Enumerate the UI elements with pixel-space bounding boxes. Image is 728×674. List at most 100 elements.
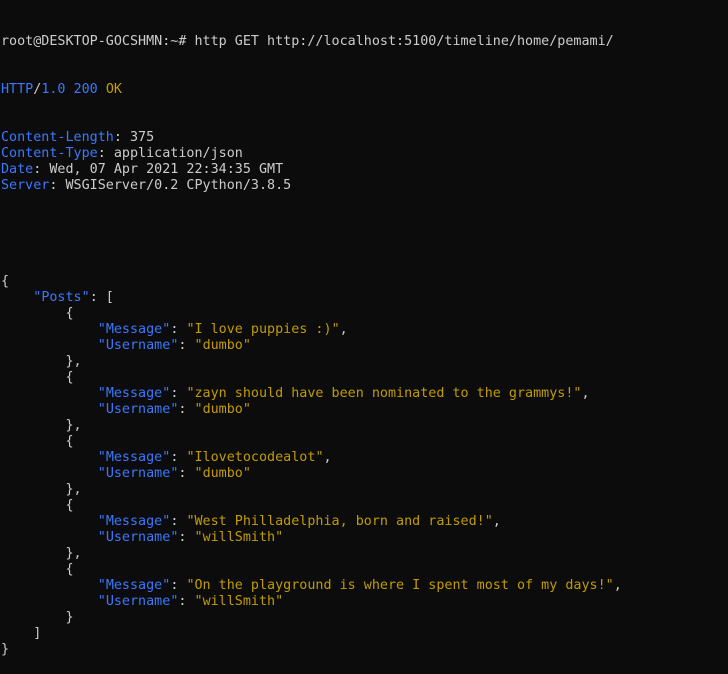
protocol: HTTP <box>1 82 34 97</box>
post-username: willSmith <box>202 530 276 545</box>
json-brace: }, <box>1 546 82 561</box>
json-open: { <box>1 274 728 290</box>
json-username-line: "Username": "willSmith" <box>1 530 728 546</box>
json-username-line: "Username": "dumbo" <box>1 338 728 354</box>
json-str-quote: " <box>275 530 284 545</box>
json-punct: : <box>178 530 195 545</box>
json-key-quote: " <box>170 594 179 609</box>
json-brace: { <box>1 498 74 513</box>
json-punct: : <box>170 386 187 401</box>
json-str-quote: " <box>275 594 284 609</box>
json-message-key: Message <box>105 322 163 337</box>
json-message-key: Message <box>105 514 163 529</box>
json-str-quote: " <box>194 338 203 353</box>
json-username-key: Username <box>105 338 171 353</box>
json-punct: : <box>170 450 187 465</box>
json-brace: { <box>1 370 74 385</box>
json-str-quote: " <box>186 514 195 529</box>
post-message: zayn should have been nominated to the g… <box>194 386 574 401</box>
json-punct: : <box>178 466 195 481</box>
json-key-quote: " <box>97 466 106 481</box>
header-line: Server: WSGIServer/0.2 CPython/3.8.5 <box>1 178 728 194</box>
json-str-quote: " <box>186 578 195 593</box>
json-brace: } <box>1 610 74 625</box>
json-posts-close: ] <box>1 626 728 642</box>
json-brace: { <box>1 274 10 289</box>
json-posts-open: "Posts": [ <box>1 290 728 306</box>
json-str-quote: " <box>242 466 251 481</box>
json-str-quote: " <box>194 594 203 609</box>
json-username-line: "Username": "dumbo" <box>1 402 728 418</box>
command-text: http GET http://localhost:5100/timeline/… <box>194 34 614 49</box>
header-colon: : <box>97 146 114 161</box>
json-punct: , <box>323 450 332 465</box>
json-message-line: "Message": "On the playground is where I… <box>1 578 728 594</box>
json-item-close: }, <box>1 482 728 498</box>
header-colon: : <box>33 162 50 177</box>
json-key-quote: " <box>97 338 106 353</box>
header-value: Wed, 07 Apr 2021 22:34:35 GMT <box>49 162 284 177</box>
post-message: Ilovetocodealot <box>194 450 316 465</box>
json-item-open: { <box>1 498 728 514</box>
json-str-quote: " <box>194 530 203 545</box>
json-bracket: ] <box>1 626 42 641</box>
json-key-quote: " <box>97 322 106 337</box>
json-item-open: { <box>1 370 728 386</box>
json-message-line: "Message": "zayn should have been nomina… <box>1 386 728 402</box>
json-message-key: Message <box>105 578 163 593</box>
json-punct: : <box>170 578 187 593</box>
json-key-quote: " <box>97 530 106 545</box>
json-item-open: { <box>1 306 728 322</box>
post-username: dumbo <box>202 466 243 481</box>
post-message: On the playground is where I spent most … <box>194 578 606 593</box>
command-line: root@DESKTOP-GOCSHMN:~# http GET http://… <box>1 34 728 50</box>
json-message-line: "Message": "I love puppies :)", <box>1 322 728 338</box>
response-headers: Content-Length: 375 Content-Type: applica… <box>1 130 728 194</box>
json-key-quote: " <box>97 594 106 609</box>
json-message-line: "Message": "West Philladelphia, born and… <box>1 514 728 530</box>
json-punct: : <box>178 402 195 417</box>
protocol-version: 1.0 <box>41 82 66 97</box>
header-line: Content-Type: application/json <box>1 146 728 162</box>
json-punct: : <box>170 514 187 529</box>
json-body: { "Posts": [ { "Message": "I love puppie… <box>1 274 728 658</box>
header-key: Content-Type <box>1 146 98 161</box>
json-item-open: { <box>1 562 728 578</box>
json-username-key: Username <box>105 402 171 417</box>
terminal-window[interactable]: root@DESKTOP-GOCSHMN:~# http GET http://… <box>0 0 728 657</box>
json-brace: }, <box>1 418 82 433</box>
json-key-quote: " <box>97 450 106 465</box>
header-value: application/json <box>113 146 243 161</box>
json-username-key: Username <box>105 530 171 545</box>
post-username: dumbo <box>202 338 243 353</box>
post-message: I love puppies :) <box>194 322 332 337</box>
json-str-quote: " <box>605 578 614 593</box>
header-colon: : <box>49 178 66 193</box>
json-message-key: Message <box>105 386 163 401</box>
json-punct: : <box>178 338 195 353</box>
json-str-quote: " <box>194 402 203 417</box>
post-message: West Philladelphia, born and raised! <box>194 514 485 529</box>
json-key-quote: " <box>97 578 106 593</box>
json-key-quote: " <box>97 514 106 529</box>
json-punct: : [ <box>89 290 114 305</box>
json-punct: , <box>492 514 501 529</box>
header-line: Date: Wed, 07 Apr 2021 22:34:35 GMT <box>1 162 728 178</box>
json-str-quote: " <box>315 450 324 465</box>
json-message-line: "Message": "Ilovetocodealot", <box>1 450 728 466</box>
json-key-quote: " <box>162 578 171 593</box>
json-key-quote: " <box>81 290 90 305</box>
json-brace: { <box>1 562 74 577</box>
json-punct: , <box>339 322 348 337</box>
status-text: OK <box>105 82 122 97</box>
json-str-quote: " <box>194 466 203 481</box>
json-key-quote: " <box>97 402 106 417</box>
